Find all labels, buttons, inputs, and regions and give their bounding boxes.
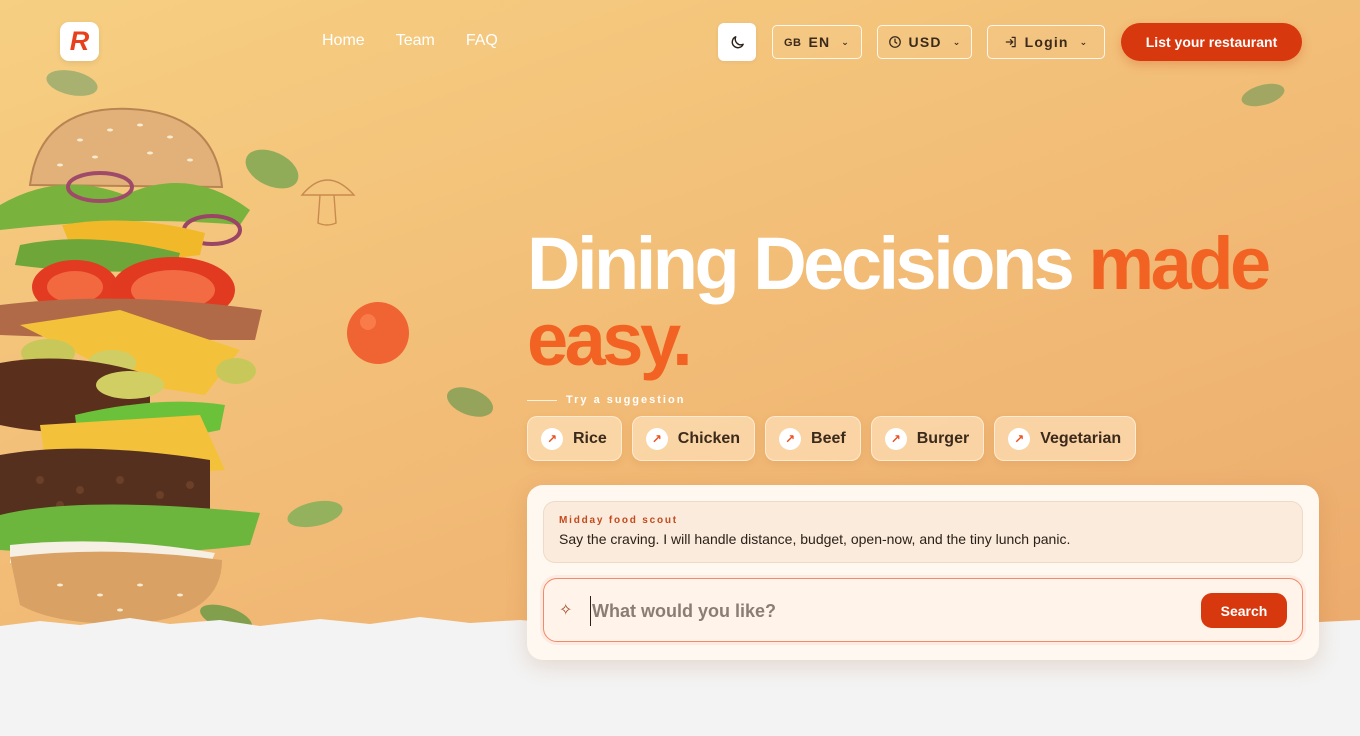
suggestion-chip-burger[interactable]: ↗ Burger: [870, 416, 985, 461]
currency-code: USD: [908, 34, 942, 50]
tomato-decoration-icon: [347, 302, 409, 364]
nav-team[interactable]: Team: [396, 32, 435, 50]
language-selector[interactable]: GB EN ⌄: [772, 25, 862, 59]
chip-label: Vegetarian: [1040, 429, 1122, 447]
brand-logo[interactable]: R: [60, 22, 99, 61]
burger-illustration: [0, 107, 262, 624]
sparkle-icon: ✧: [559, 602, 573, 619]
nav-home[interactable]: Home: [322, 32, 365, 50]
leaf-decoration-icon: [1241, 83, 1285, 107]
login-arrow-icon: [1005, 36, 1016, 48]
suggestion-label: Try a suggestion: [527, 394, 685, 406]
leaf-decoration-icon: [447, 387, 493, 417]
chip-label: Beef: [811, 429, 846, 447]
main-nav: Home Team FAQ: [322, 32, 498, 50]
suggestion-chip-beef[interactable]: ↗ Beef: [765, 416, 861, 461]
language-code: EN: [808, 34, 831, 50]
theme-toggle-button[interactable]: [718, 23, 756, 61]
search-card: Midday food scout Say the craving. I wil…: [527, 485, 1319, 660]
arrow-up-right-icon: ↗: [779, 427, 802, 450]
flag-label: GB: [783, 37, 802, 49]
suggestion-chip-vegetarian[interactable]: ↗ Vegetarian: [994, 416, 1137, 461]
chevron-down-icon: ⌄: [952, 36, 962, 47]
moon-icon: [731, 35, 744, 48]
clock-icon: [888, 36, 901, 48]
search-input[interactable]: [590, 596, 1190, 626]
arrow-up-right-icon: ↗: [645, 427, 668, 450]
login-label: Login: [1024, 34, 1069, 50]
list-restaurant-button[interactable]: List your restaurant: [1121, 23, 1302, 61]
hero-title-main: Dining Decisions: [527, 222, 1089, 305]
suggestion-chips: ↗ Rice ↗ Chicken ↗ Beef ↗ Burger ↗ Veget…: [527, 416, 1137, 461]
suggestion-label-text: Try a suggestion: [566, 394, 686, 406]
scout-title: Midday food scout: [559, 515, 678, 526]
login-button[interactable]: Login ⌄: [987, 25, 1105, 59]
search-bar: ✧ Search: [543, 578, 1303, 642]
chevron-down-icon: ⌄: [1079, 36, 1089, 47]
currency-selector[interactable]: USD ⌄: [877, 25, 972, 59]
chip-label: Burger: [916, 429, 970, 447]
suggestion-chip-rice[interactable]: ↗ Rice: [527, 416, 622, 461]
chip-label: Rice: [573, 429, 607, 447]
arrow-up-right-icon: ↗: [884, 427, 907, 450]
chevron-down-icon: ⌄: [841, 36, 851, 47]
arrow-up-right-icon: ↗: [1008, 427, 1031, 450]
suggestion-chip-chicken[interactable]: ↗ Chicken: [631, 416, 756, 461]
hero-title: Dining Decisions made easy.: [527, 226, 1347, 378]
scout-message: Say the craving. I will handle distance,…: [559, 531, 1071, 547]
food-scout-panel: Midday food scout Say the craving. I wil…: [543, 501, 1303, 563]
arrow-up-right-icon: ↗: [541, 427, 563, 450]
logo-letter: R: [69, 26, 90, 56]
nav-faq[interactable]: FAQ: [466, 32, 498, 50]
mushroom-sketch-icon: [300, 179, 356, 226]
chip-label: Chicken: [677, 429, 741, 447]
divider-line: [527, 399, 557, 401]
search-button[interactable]: Search: [1201, 593, 1287, 628]
